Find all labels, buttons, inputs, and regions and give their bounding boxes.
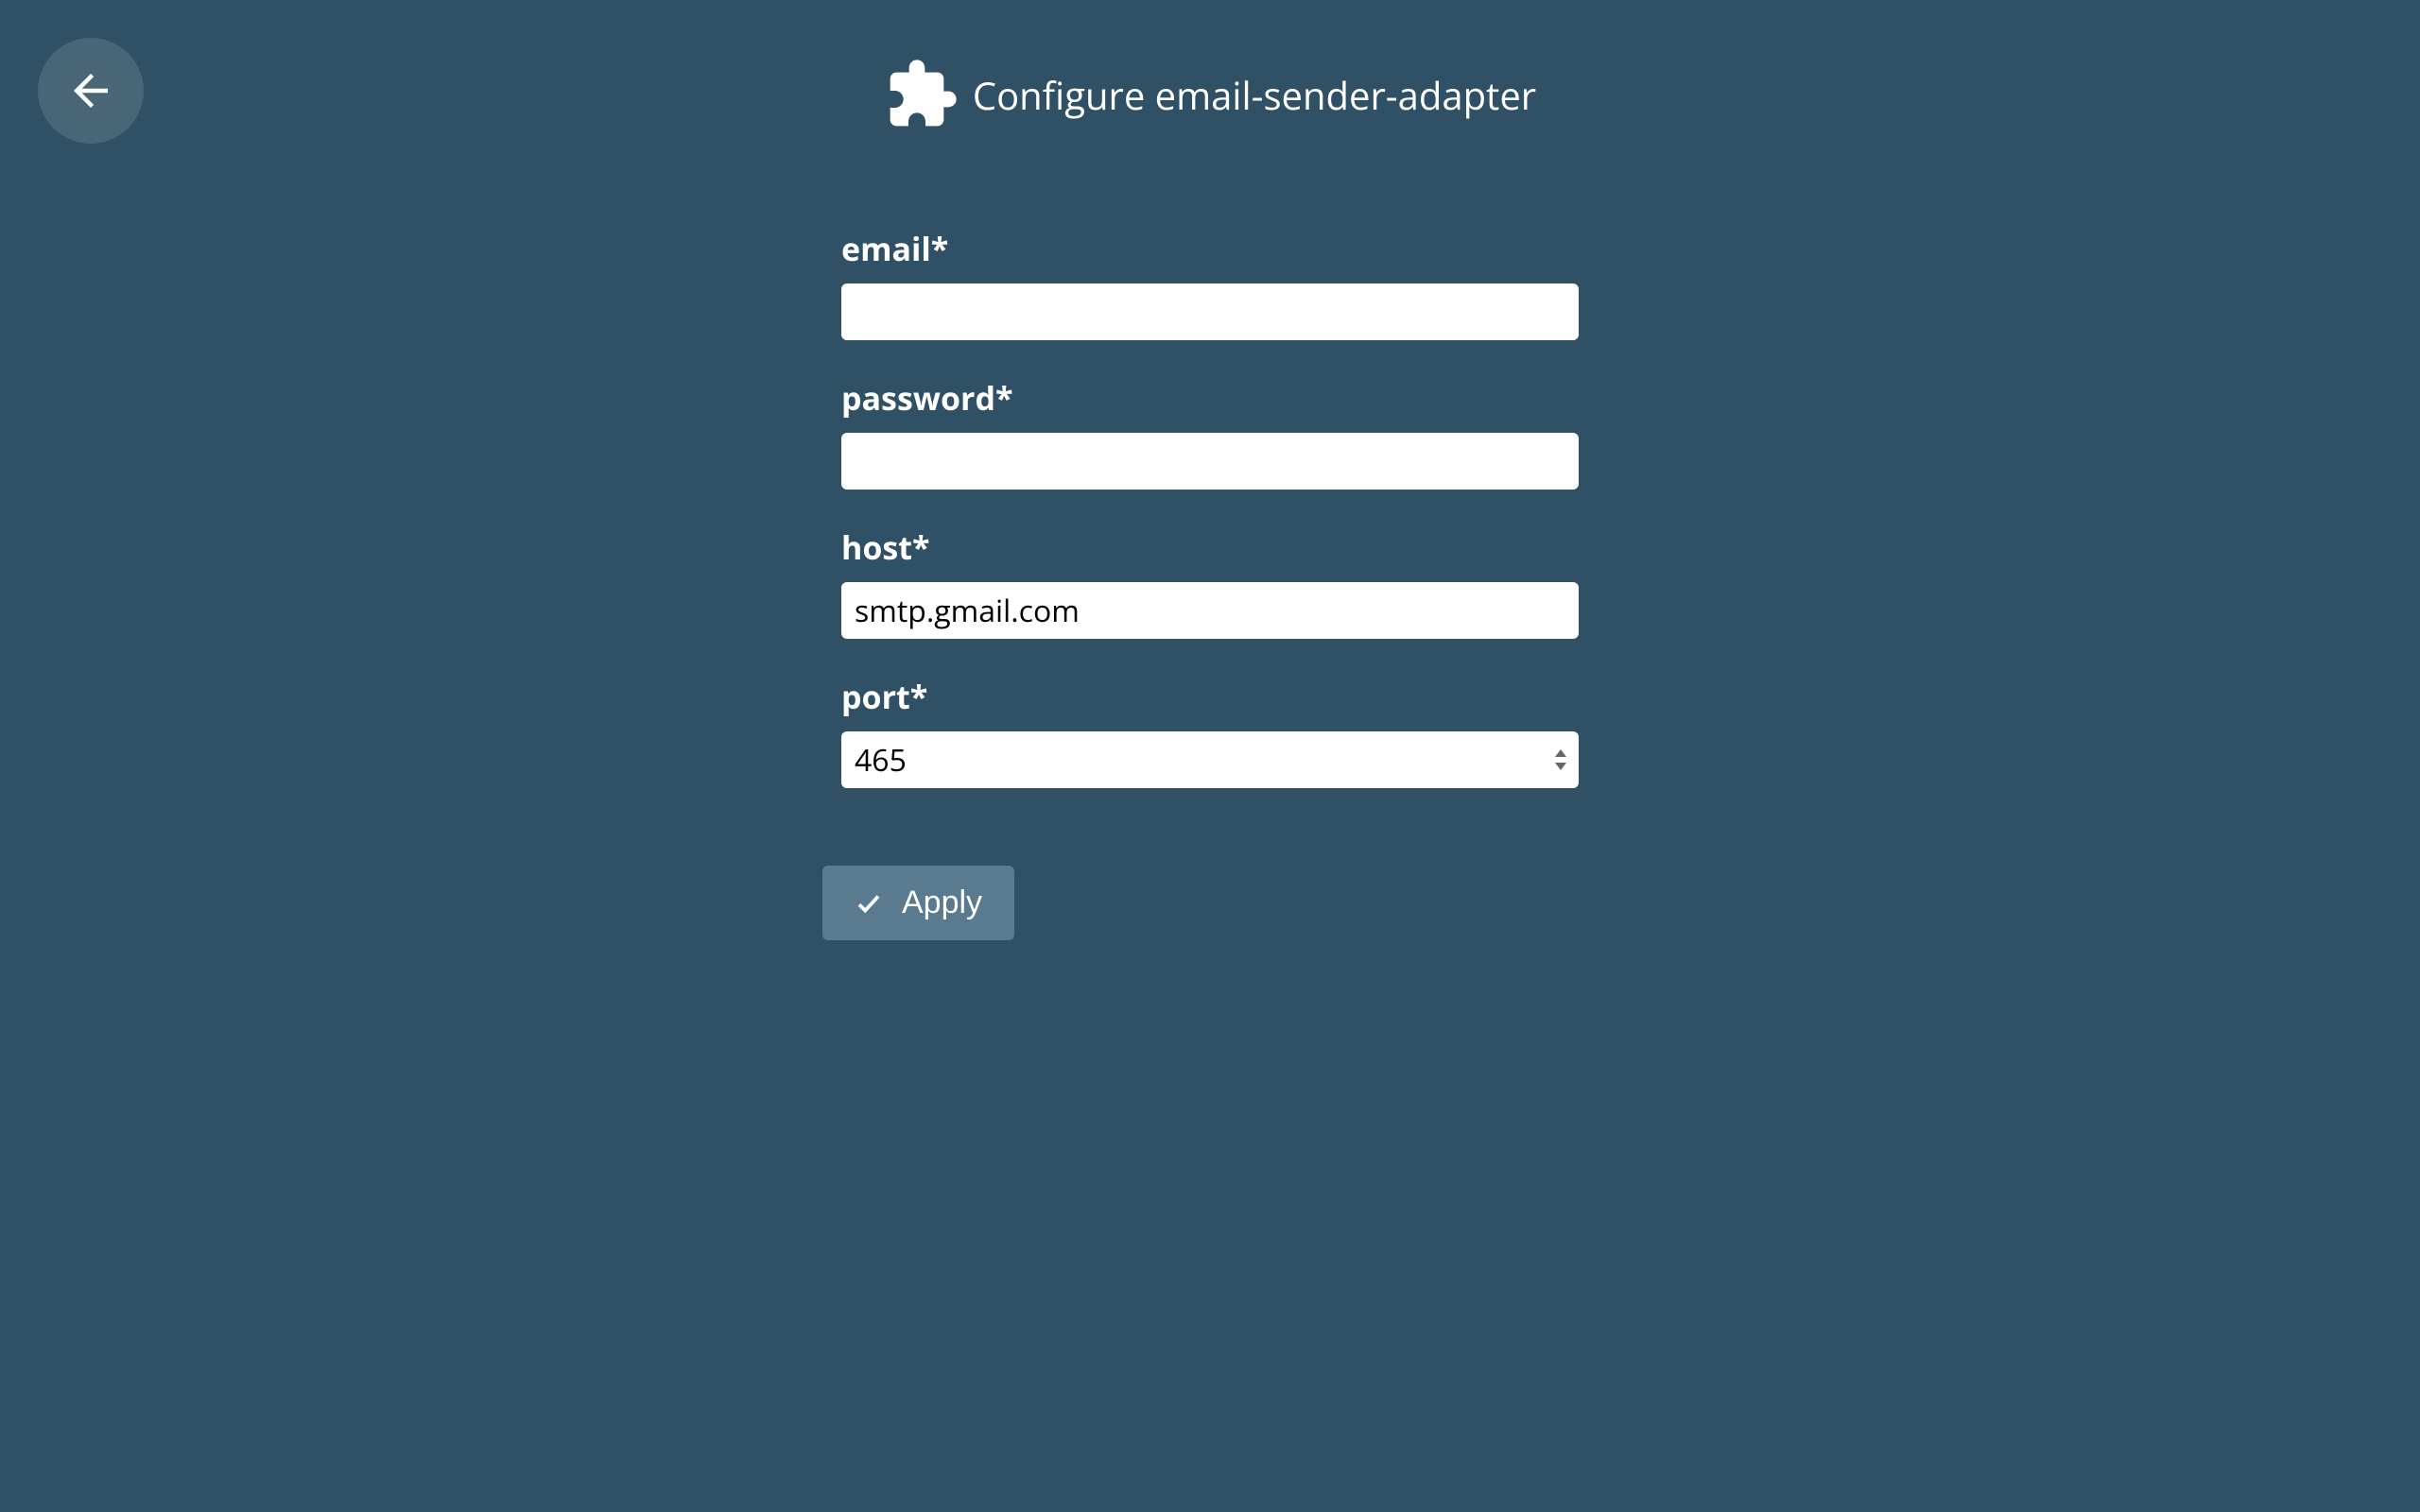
chevron-down-icon [1555, 763, 1566, 770]
port-input-wrapper [841, 731, 1579, 788]
apply-button[interactable]: Apply [822, 866, 1014, 940]
config-form: email* password* host* port* Apply [841, 227, 1579, 940]
page-header: Configure email-sender-adapter [0, 0, 2420, 132]
apply-button-label: Apply [902, 885, 982, 921]
port-field-group: port* [841, 675, 1579, 788]
port-stepper [1552, 747, 1569, 773]
host-label: host* [841, 525, 1579, 569]
email-label: email* [841, 227, 1579, 270]
email-input[interactable] [841, 284, 1579, 340]
page-title: Configure email-sender-adapter [973, 69, 1536, 121]
port-step-down[interactable] [1552, 760, 1569, 773]
password-input[interactable] [841, 433, 1579, 490]
port-label: port* [841, 675, 1579, 718]
password-field-group: password* [841, 376, 1579, 490]
back-button[interactable] [38, 38, 144, 144]
email-field-group: email* [841, 227, 1579, 340]
check-icon [855, 889, 883, 918]
puzzle-piece-icon [884, 57, 959, 132]
port-step-up[interactable] [1552, 747, 1569, 760]
arrow-left-icon [65, 65, 116, 116]
password-label: password* [841, 376, 1579, 420]
port-input[interactable] [841, 731, 1579, 788]
chevron-up-icon [1555, 749, 1566, 757]
host-field-group: host* [841, 525, 1579, 639]
host-input[interactable] [841, 582, 1579, 639]
